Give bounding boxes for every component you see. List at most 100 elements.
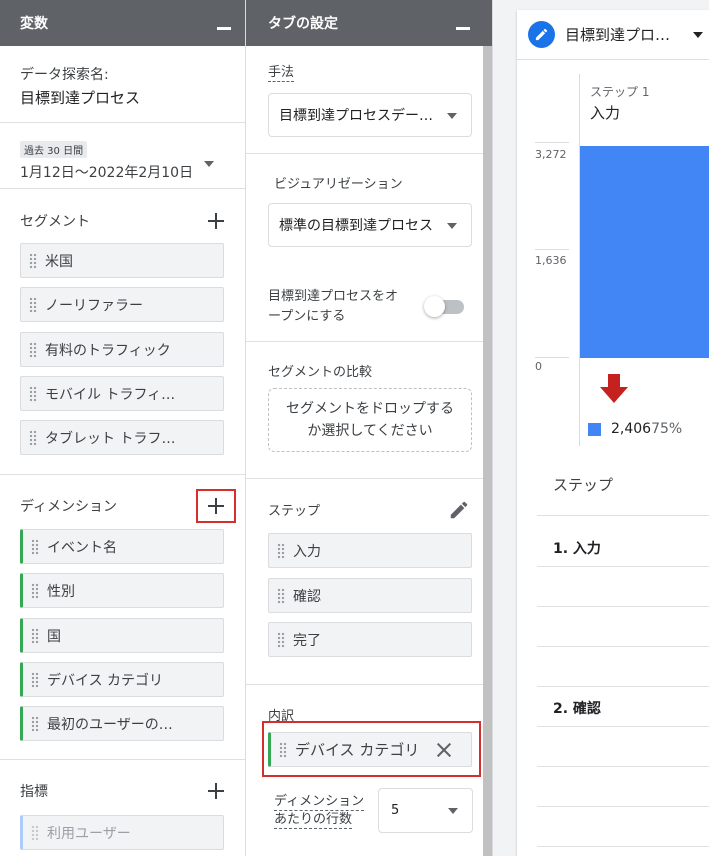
- exploration-name-label: データ探索名:: [20, 67, 109, 83]
- y-tick-label: 1,636: [535, 254, 567, 267]
- edit-pencil-icon[interactable]: [448, 499, 470, 521]
- tab-settings-panel: タブの設定 手法 目標到達プロセスデー… ビジュアリゼーション 標準の目標到達プ…: [246, 0, 493, 856]
- add-segment-icon[interactable]: [207, 212, 225, 230]
- segment-chip[interactable]: 米国: [20, 243, 224, 278]
- table-row[interactable]: 1. 入力: [553, 538, 601, 558]
- drag-handle-icon[interactable]: [277, 542, 285, 559]
- segment-chip[interactable]: タブレット トラフ…: [20, 420, 224, 455]
- drag-handle-icon[interactable]: [31, 715, 39, 732]
- tab-settings-title: タブの設定: [268, 16, 338, 32]
- technique-select[interactable]: 目標到達プロセスデー…: [268, 93, 472, 137]
- divider: [246, 341, 492, 342]
- breakdown-chip[interactable]: デバイス カテゴリ: [268, 732, 472, 767]
- date-range-text: 1月12日～2022年2月10日: [20, 165, 194, 181]
- chevron-down-icon[interactable]: [204, 161, 214, 167]
- dimension-label: 性別: [47, 583, 75, 600]
- y-tick-label: 3,272: [535, 148, 567, 161]
- add-dimension-button[interactable]: [196, 489, 236, 523]
- toggle-knob: [424, 296, 445, 317]
- dimension-chip[interactable]: イベント名: [20, 529, 224, 564]
- segment-chip[interactable]: ノーリファラー: [20, 287, 224, 322]
- abandonment-arrow-icon: [600, 374, 628, 403]
- open-funnel-toggle[interactable]: [424, 296, 464, 317]
- pencil-icon[interactable]: [528, 21, 555, 48]
- metric-label: 利用ユーザー: [47, 825, 131, 842]
- dimension-label: 最初のユーザーの…: [47, 716, 173, 733]
- plus-icon: [207, 497, 225, 515]
- chevron-down-icon: [448, 808, 458, 814]
- drag-handle-icon[interactable]: [279, 741, 287, 758]
- scrollbar-thumb[interactable]: [483, 46, 492, 856]
- close-icon[interactable]: [437, 743, 451, 757]
- minimize-icon[interactable]: [217, 16, 231, 30]
- segment-label: 米国: [45, 253, 73, 270]
- exploration-workspace: 変数 データ探索名: 目標到達プロセス 過去 30 日間 1月12日～2022年…: [0, 0, 709, 856]
- exploration-name-section[interactable]: データ探索名: 目標到達プロセス: [0, 46, 245, 123]
- step-chip[interactable]: 完了: [268, 622, 472, 657]
- dimension-label: デバイス カテゴリ: [47, 672, 164, 689]
- date-range-picker[interactable]: 過去 30 日間 1月12日～2022年2月10日: [0, 123, 245, 189]
- step-name: 入力: [590, 104, 621, 122]
- segment-chip[interactable]: 有料のトラフィック: [20, 332, 224, 367]
- canvas-tab[interactable]: 目標到達プロ…: [517, 10, 709, 60]
- add-metric-icon[interactable]: [207, 782, 225, 800]
- divider: [246, 478, 492, 479]
- table-divider: [537, 726, 709, 727]
- legend-value: 2,406: [611, 421, 652, 437]
- dimension-chip[interactable]: 最初のユーザーの…: [20, 706, 224, 741]
- drag-handle-icon[interactable]: [31, 538, 39, 555]
- step-label: 確認: [293, 588, 321, 605]
- drag-handle-icon[interactable]: [29, 429, 37, 446]
- legend-percent: 75%: [651, 421, 683, 437]
- table-row[interactable]: 2. 確認: [553, 698, 601, 718]
- dimension-label: 国: [47, 628, 61, 645]
- chevron-down-icon: [447, 223, 457, 229]
- table-divider: [537, 515, 709, 516]
- dimension-chip[interactable]: 国: [20, 618, 224, 653]
- segment-label: ノーリファラー: [45, 297, 143, 314]
- scrollbar[interactable]: [483, 46, 492, 856]
- chart-legend: 2,406 75%: [588, 421, 682, 437]
- drag-handle-icon[interactable]: [31, 627, 39, 644]
- table-header-step: ステップ: [553, 476, 614, 494]
- exploration-name-input[interactable]: 目標到達プロセス: [20, 87, 225, 108]
- steps-label: ステップ: [268, 504, 321, 519]
- segment-label: タブレット トラフ…: [45, 430, 176, 447]
- drag-handle-icon[interactable]: [277, 631, 285, 648]
- table-divider: [537, 606, 709, 607]
- segment-dropzone[interactable]: セグメントをドロップする か選択してください: [268, 388, 472, 452]
- y-gridline: [535, 142, 569, 143]
- step-number: ステップ 1: [590, 85, 650, 99]
- step-chip[interactable]: 入力: [268, 533, 472, 568]
- dimension-chip[interactable]: デバイス カテゴリ: [20, 662, 224, 697]
- dimension-chip[interactable]: 性別: [20, 573, 224, 608]
- segments-header: セグメント: [0, 206, 245, 236]
- y-tick-label: 0: [535, 360, 542, 373]
- chevron-down-icon[interactable]: [693, 32, 703, 38]
- drag-handle-icon[interactable]: [31, 824, 39, 841]
- segment-label: 有料のトラフィック: [45, 342, 171, 359]
- drag-handle-icon[interactable]: [29, 341, 37, 358]
- funnel-bar[interactable]: [580, 146, 709, 358]
- rows-per-dimension-select[interactable]: 5: [378, 788, 473, 833]
- drag-handle-icon[interactable]: [31, 671, 39, 688]
- drag-handle-icon[interactable]: [29, 385, 37, 402]
- dimensions-header: ディメンション: [0, 489, 245, 523]
- drag-handle-icon[interactable]: [29, 296, 37, 313]
- divider: [0, 759, 245, 760]
- segment-chip[interactable]: モバイル トラフィ…: [20, 376, 224, 411]
- technique-value: 目標到達プロセスデー…: [279, 108, 433, 124]
- minimize-icon[interactable]: [456, 16, 470, 30]
- visualization-select[interactable]: 標準の目標到達プロセス: [268, 203, 472, 247]
- variables-title: 変数: [20, 16, 48, 32]
- metric-chip[interactable]: 利用ユーザー: [20, 815, 224, 850]
- table-divider: [537, 766, 709, 767]
- step-chip[interactable]: 確認: [268, 578, 472, 613]
- y-gridline: [535, 249, 569, 250]
- visualization-label: ビジュアリゼーション: [274, 177, 403, 192]
- drag-handle-icon[interactable]: [29, 252, 37, 269]
- drag-handle-icon[interactable]: [277, 587, 285, 604]
- drag-handle-icon[interactable]: [31, 582, 39, 599]
- segment-compare-label: セグメントの比較: [268, 365, 373, 380]
- table-divider: [537, 566, 709, 567]
